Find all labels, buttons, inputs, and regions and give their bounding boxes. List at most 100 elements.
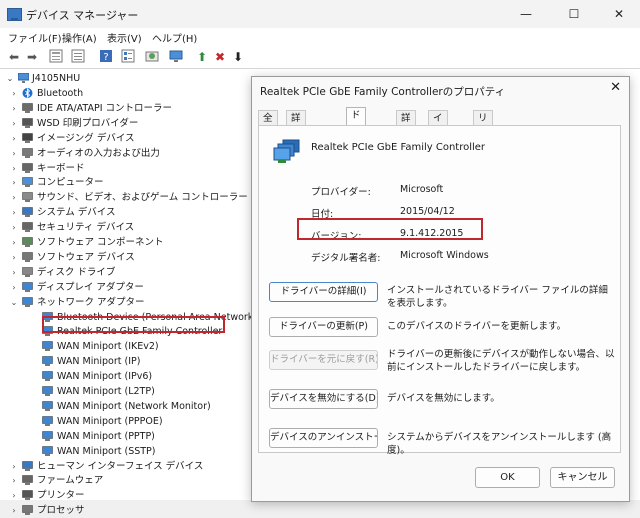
tab-advanced[interactable]: 詳細設定 — [286, 110, 306, 169]
chevron-right-icon[interactable]: › — [10, 131, 18, 146]
chevron-right-icon[interactable]: › — [10, 473, 18, 488]
highlight-box — [42, 316, 225, 333]
scan-hardware-icon[interactable] — [144, 49, 160, 65]
tab-driver[interactable]: ドライバー — [346, 107, 366, 181]
chevron-right-icon[interactable]: › — [10, 235, 18, 250]
tree-item-label: セキュリティ デバイス — [37, 222, 135, 234]
details-icon[interactable] — [120, 49, 136, 65]
disable-device-desc: デバイスを無効にします。 — [387, 393, 500, 404]
menu-action[interactable]: 操作(A) — [62, 30, 97, 45]
chevron-right-icon[interactable]: › — [10, 250, 18, 265]
network-adapter-icon — [42, 401, 53, 411]
chevron-right-icon[interactable]: › — [10, 205, 18, 220]
chevron-right-icon[interactable]: › — [10, 503, 18, 518]
chevron-right-icon[interactable]: › — [10, 265, 18, 280]
cancel-button[interactable]: キャンセル — [550, 467, 615, 488]
chevron-right-icon[interactable]: › — [10, 190, 18, 205]
chevron-right-icon[interactable]: › — [10, 116, 18, 131]
network-adapter-icon — [42, 416, 53, 426]
network-adapter-icon — [42, 356, 53, 367]
tree-item-label: WAN Miniport (PPTP) — [57, 430, 155, 442]
update-driver-button[interactable]: ドライバーの更新(P) — [269, 317, 378, 337]
hid-icon — [22, 460, 33, 471]
component-icon — [22, 237, 33, 247]
tree-item-label: WAN Miniport (L2TP) — [57, 386, 155, 397]
uninstall-device-button[interactable]: デバイスのアンインストール(U) — [269, 428, 378, 448]
tab-general[interactable]: 全般 — [258, 110, 278, 139]
menu-view[interactable]: 表示(V) — [107, 30, 142, 45]
device-manager-icon — [7, 8, 22, 21]
menu-file[interactable]: ファイル(F) — [8, 30, 62, 45]
properties-dialog: Realtek PCIe GbE Family Controllerのプロパティ… — [251, 76, 630, 502]
version-highlight-box — [297, 218, 483, 240]
tree-item-label: ディスク ドライブ — [37, 266, 116, 278]
bluetooth-icon — [22, 88, 33, 98]
disable-icon[interactable]: ⬇ — [230, 49, 246, 65]
monitor-icon[interactable] — [168, 49, 184, 65]
show-hide-icon[interactable] — [70, 49, 86, 65]
tree-item-label: WAN Miniport (SSTP) — [57, 445, 156, 457]
help-icon[interactable]: ? — [98, 49, 114, 65]
chevron-right-icon[interactable]: › — [10, 280, 18, 295]
device-tree: ⌄ J4105NHU › Bluetooth › IDE ATA/ATAPI コントロ… — [0, 69, 257, 516]
uninstall-device-desc: システムからデバイスをアンインストールします (高度)。 — [387, 432, 612, 456]
maximize-button[interactable]: ☐ — [558, 4, 590, 24]
sound-icon — [22, 192, 33, 203]
processor-icon — [22, 505, 33, 516]
back-arrow-icon[interactable]: ⬅ — [6, 49, 22, 65]
forward-arrow-icon[interactable]: ➡ — [24, 49, 40, 65]
chevron-right-icon[interactable]: › — [10, 86, 18, 101]
dialog-title: Realtek PCIe GbE Family Controllerのプロパティ — [260, 86, 506, 98]
computer-icon — [22, 177, 33, 188]
tree-item-label: Bluetooth — [37, 88, 84, 99]
chevron-right-icon[interactable]: › — [10, 459, 18, 474]
uninstall-icon[interactable]: ✖ — [212, 49, 228, 65]
properties-icon[interactable] — [48, 49, 64, 65]
network-adapter-icon — [42, 430, 53, 441]
dialog-close-button[interactable]: ✕ — [610, 80, 621, 95]
chevron-down-icon[interactable]: ⌄ — [10, 295, 18, 310]
chevron-right-icon[interactable]: › — [10, 488, 18, 503]
update-driver-desc: このデバイスのドライバーを更新します。 — [387, 321, 567, 332]
firmware-icon — [22, 475, 33, 486]
tab-resources[interactable]: リソース — [473, 110, 493, 169]
camera-icon — [22, 132, 33, 143]
network-adapter-icon — [42, 341, 53, 352]
driver-details-button[interactable]: ドライバーの詳細(I) — [269, 282, 378, 302]
minimize-button[interactable]: — — [510, 4, 542, 24]
menu-bar: ファイル(F) 操作(A) 表示(V) ヘルプ(H) — [0, 28, 640, 46]
tab-details[interactable]: 詳細 — [396, 110, 416, 139]
ok-button[interactable]: OK — [475, 467, 540, 488]
controller-icon — [22, 103, 33, 113]
disk-icon — [22, 267, 33, 277]
speaker-icon — [22, 147, 33, 158]
rollback-driver-button[interactable]: ドライバーを元に戻す(R) — [269, 350, 378, 370]
driver-panel: Realtek PCIe GbE Family Controller プロバイダ… — [258, 125, 621, 456]
chevron-right-icon[interactable]: › — [10, 101, 18, 116]
chevron-right-icon[interactable]: › — [10, 161, 18, 176]
window-title: デバイス マネージャー — [26, 9, 139, 22]
tab-events[interactable]: イベント — [428, 110, 448, 169]
date-value: 2015/04/12 — [400, 206, 455, 217]
tree-item-label: プリンター — [37, 490, 85, 502]
tree-root-label: J4105NHU — [32, 73, 81, 84]
network-adapter-icon — [42, 386, 53, 396]
network-adapter-icon — [42, 371, 53, 382]
tree-item-label: システム デバイス — [37, 207, 116, 219]
chevron-right-icon[interactable]: › — [10, 175, 18, 190]
tree-item-label: WAN Miniport (Network Monitor) — [57, 400, 211, 412]
printer-icon — [22, 118, 33, 128]
svg-text:?: ? — [103, 52, 108, 63]
chevron-right-icon[interactable]: › — [10, 146, 18, 161]
close-button[interactable]: ✕ — [603, 4, 635, 24]
device-name: Realtek PCIe GbE Family Controller — [311, 142, 486, 153]
signer-label: デジタル署名者: — [311, 253, 381, 264]
menu-help[interactable]: ヘルプ(H) — [152, 30, 197, 45]
disable-device-button[interactable]: デバイスを無効にする(D) — [269, 389, 378, 409]
tree-item-label: WAN Miniport (PPPOE) — [57, 415, 163, 427]
security-icon — [22, 222, 33, 233]
update-driver-icon[interactable]: ⬆ — [194, 49, 210, 65]
chevron-right-icon[interactable]: › — [10, 220, 18, 235]
toolbar: ⬅ ➡ ? ⬆ ✖ ⬇ — [0, 46, 640, 69]
computer-icon — [18, 73, 29, 83]
